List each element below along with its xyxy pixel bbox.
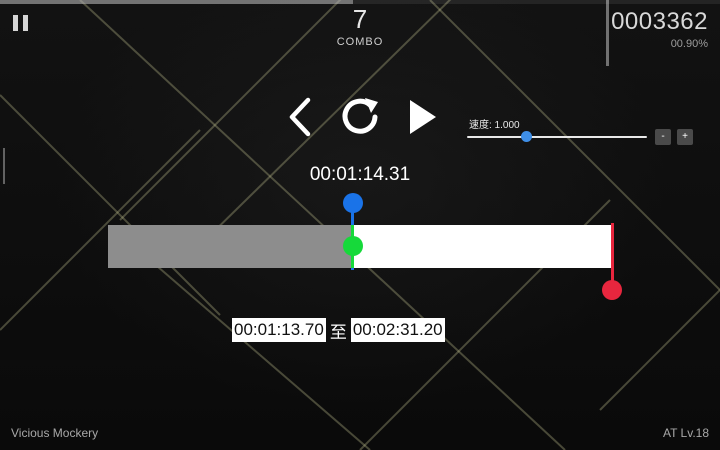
current-time: 00:01:14.31	[309, 164, 411, 185]
song-progress-fill	[0, 0, 353, 4]
range-start-handle[interactable]	[342, 236, 363, 256]
current-position-handle[interactable]	[342, 193, 363, 213]
chevron-left-icon	[289, 97, 311, 137]
speed-slider-thumb[interactable]	[520, 131, 532, 142]
pause-icon[interactable]	[12, 14, 30, 32]
accuracy-value: 00.90%	[670, 38, 708, 50]
range-end-handle[interactable]	[602, 280, 622, 300]
back-button[interactable]	[282, 94, 328, 140]
range-display: 00:01:13.70 至 00:02:31.20	[232, 318, 445, 342]
speed-increase-button[interactable]: +	[677, 129, 693, 145]
song-title: Vicious Mockery	[11, 426, 99, 440]
playback-controls	[282, 94, 442, 144]
score-panel: 0003362 00.90%	[611, 8, 708, 50]
score-value: 0003362	[611, 8, 708, 35]
left-edge-tick	[3, 148, 5, 184]
play-button[interactable]	[404, 94, 450, 140]
play-icon	[410, 100, 436, 134]
game-screen: 7 COMBO 0003362 00.90% 速度: 1.000 - + 00:…	[0, 0, 720, 450]
timeline-played	[108, 225, 353, 268]
range-end-time[interactable]: 00:02:31.20	[350, 318, 445, 342]
speed-control: 速度: 1.000 - +	[467, 116, 707, 156]
speed-slider-track[interactable]	[467, 131, 647, 142]
combo-label: COMBO	[336, 36, 384, 48]
restart-button[interactable]	[338, 94, 384, 140]
right-edge-bar	[606, 0, 609, 66]
combo-value: 7	[352, 4, 368, 34]
combo-counter: 7 COMBO	[320, 0, 400, 48]
range-separator: 至	[329, 322, 347, 342]
range-start-time[interactable]: 00:01:13.70	[232, 318, 326, 342]
speed-decrease-button[interactable]: -	[655, 129, 671, 145]
speed-label: 速度: 1.000	[469, 120, 520, 131]
restart-icon	[342, 98, 378, 134]
difficulty-level: AT Lv.18	[662, 426, 709, 440]
